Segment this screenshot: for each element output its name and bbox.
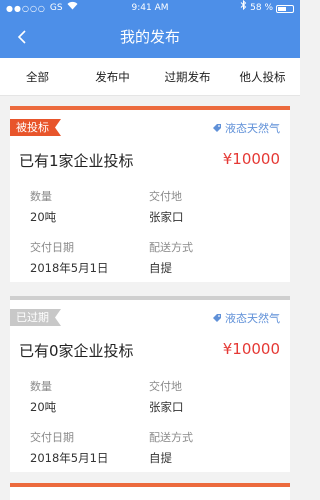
status-badge: 被投标 (10, 119, 61, 136)
price: ¥10000 (222, 340, 280, 358)
bid-count-title: 已有0家企业投标 (19, 342, 134, 360)
price: ¥10000 (222, 150, 280, 168)
shipping-method-label: 配送方式 (149, 431, 193, 444)
product-tag: 液态天然气 (212, 310, 280, 326)
tab-publishing[interactable]: 发布中 (75, 58, 150, 95)
bid-count-title: 已有1家企业投标 (19, 152, 134, 170)
tab-all[interactable]: 全部 (0, 58, 75, 95)
product-label: 液态天然气 (225, 122, 280, 135)
tab-expired[interactable]: 过期发布 (150, 58, 225, 95)
header: ●●○○○ GS 9:41 AM 58 % 我的发布 (0, 0, 300, 58)
delivery-place-label: 交付地 (149, 190, 182, 203)
delivery-place-label: 交付地 (149, 380, 182, 393)
status-badge: 已过期 (10, 309, 61, 326)
quantity-label: 数量 (30, 190, 52, 203)
delivery-date-value: 2018年5月1日 (30, 451, 109, 465)
shipping-method-value: 自提 (149, 261, 172, 275)
delivery-date-label: 交付日期 (30, 431, 74, 444)
battery-icon (276, 5, 294, 13)
delivery-place-value: 张家口 (149, 400, 184, 414)
status-right: 58 % (240, 0, 294, 17)
card-topbar (10, 483, 290, 487)
status-bar: ●●○○○ GS 9:41 AM 58 % (0, 0, 300, 17)
listing-card-partial[interactable] (10, 483, 290, 500)
quantity-label: 数量 (30, 380, 52, 393)
page-title: 我的发布 (119, 28, 180, 46)
tag-icon (212, 123, 222, 133)
shipping-method-value: 自提 (149, 451, 172, 465)
nav-bar: 我的发布 (0, 17, 300, 58)
tag-icon (212, 313, 222, 323)
card-topbar (10, 296, 290, 300)
quantity-value: 20吨 (30, 210, 57, 224)
shipping-method-label: 配送方式 (149, 241, 193, 254)
product-label: 液态天然气 (225, 312, 280, 325)
delivery-date-value: 2018年5月1日 (30, 261, 109, 275)
battery-text: 58 % (250, 3, 273, 13)
bluetooth-icon (240, 0, 247, 17)
battery-fill (278, 7, 286, 11)
delivery-date-label: 交付日期 (30, 241, 74, 254)
listing-card[interactable]: 已过期 液态天然气 已有0家企业投标 ¥10000 数量 20吨 交付地 张家口… (10, 296, 290, 472)
tab-others-bids[interactable]: 他人投标 (225, 58, 300, 95)
card-topbar (10, 106, 290, 110)
listing-card[interactable]: 被投标 液态天然气 已有1家企业投标 ¥10000 数量 20吨 交付地 张家口… (10, 106, 290, 282)
quantity-value: 20吨 (30, 400, 57, 414)
tab-bar: 全部 发布中 过期发布 他人投标 (0, 58, 300, 96)
delivery-place-value: 张家口 (149, 210, 184, 224)
product-tag: 液态天然气 (212, 120, 280, 136)
